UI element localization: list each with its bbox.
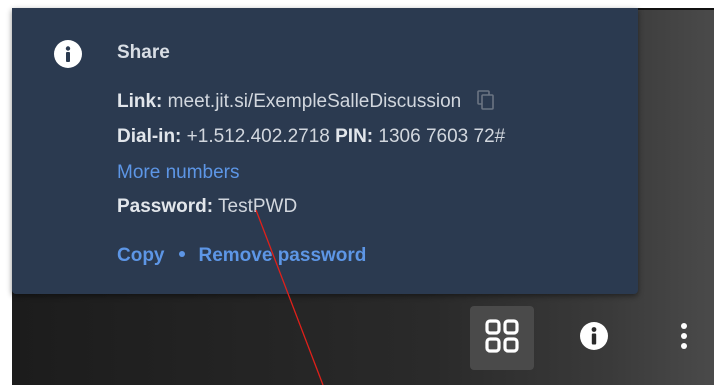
dial-in-label: Dial-in: [117,126,182,147]
dialog-title: Share [117,42,170,63]
copy-icon[interactable] [476,90,495,116]
more-numbers-link[interactable]: More numbers [117,162,240,183]
dial-in-row: Dial-in: +1.512.402.2718 PIN: 1306 7603 … [117,126,505,148]
link-row: Link: meet.jit.si/ExempleSalleDiscussion [117,90,495,116]
info-dialog: Share Link: meet.jit.si/ExempleSalleDisc… [12,8,638,294]
pin-label: PIN: [335,126,374,147]
info-icon [578,320,610,357]
password-label: Password: [117,196,214,217]
more-vertical-icon [679,321,689,356]
dialog-actions: Copy Remove password [117,245,366,267]
password-value: TestPWD [218,196,298,217]
remove-password-button[interactable]: Remove password [199,245,367,266]
dial-in-number: +1.512.402.2718 [186,126,330,147]
password-row: Password: TestPWD [117,196,297,218]
more-numbers-row: More numbers [117,162,240,184]
separator-dot [178,251,185,257]
info-icon [54,40,82,68]
copy-button[interactable]: Copy [117,245,165,266]
link-label: Link: [117,91,163,112]
link-value[interactable]: meet.jit.si/ExempleSalleDiscussion [168,91,462,112]
more-options-button[interactable] [660,310,708,366]
info-button[interactable] [566,310,622,366]
tile-view-icon [484,318,520,359]
tile-view-button[interactable] [470,306,534,370]
pin-value: 1306 7603 72# [378,126,506,147]
